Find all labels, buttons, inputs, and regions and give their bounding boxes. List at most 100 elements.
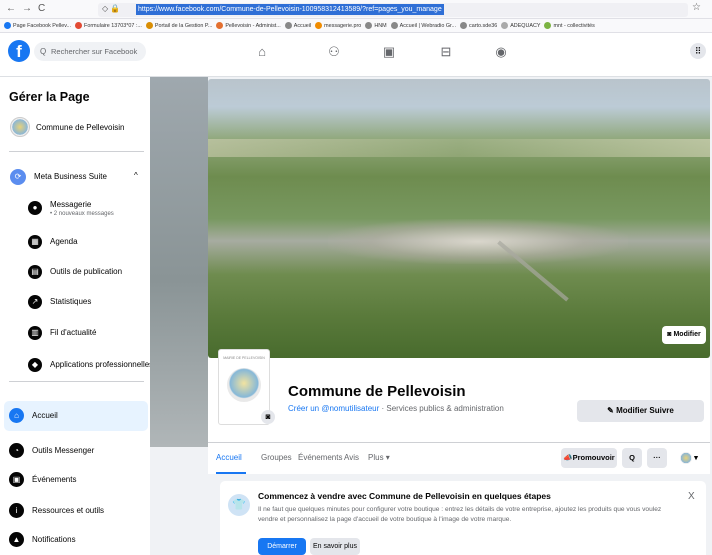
bookmark-favicon-icon: [315, 22, 323, 30]
bookmark-item[interactable]: mnt - collectivités: [544, 19, 595, 32]
bell-icon: ▲: [9, 532, 24, 547]
sidebar-nav-events[interactable]: ▣ Événements: [4, 465, 148, 495]
sidebar-nav-label: Outils Messenger: [32, 446, 95, 455]
meta-business-suite-label: Meta Business Suite: [34, 172, 107, 181]
marketplace-nav-icon[interactable]: ⊟: [436, 44, 456, 60]
apps-icon: ◆: [28, 358, 42, 372]
bookmark-favicon-icon: [75, 22, 83, 30]
more-options-button[interactable]: ···: [647, 448, 667, 468]
tab-groupes[interactable]: Groupes: [261, 453, 292, 462]
reload-icon[interactable]: C: [38, 3, 45, 14]
sidebar-item-news-feed[interactable]: ▥ Fil d'actualité: [22, 319, 148, 347]
bookmark-item[interactable]: Page Facebook Pellev...: [4, 19, 72, 32]
sidebar-nav-label: Accueil: [32, 411, 58, 420]
tab-accueil[interactable]: Accueil: [216, 453, 242, 462]
search-icon: Q: [40, 47, 47, 56]
search-input[interactable]: Q Rechercher sur Facebook: [34, 42, 146, 61]
meta-business-suite-icon: ⟳: [10, 169, 26, 185]
bookmark-item[interactable]: Accueil | Webradio Gr...: [390, 19, 456, 32]
sidebar-item-apps[interactable]: ◆ Applications professionnelles: [22, 351, 153, 379]
divider: [9, 381, 144, 382]
bookmark-label: ADEQUACY: [510, 23, 541, 29]
back-icon[interactable]: ←: [6, 3, 16, 14]
bookmark-favicon-icon: [390, 22, 398, 30]
tab-avis[interactable]: Avis: [344, 453, 359, 462]
sidebar-nav-bell[interactable]: ▲ Notifications: [4, 525, 148, 555]
events-icon: ▣: [9, 472, 24, 487]
meta-business-suite[interactable]: ⟳ Meta Business Suite ^: [6, 163, 148, 191]
watch-nav-icon[interactable]: ▣: [379, 44, 399, 60]
bookmark-item[interactable]: Accueil: [284, 19, 311, 32]
promote-button[interactable]: 📣Promouvoir: [561, 448, 617, 468]
groups-nav-icon[interactable]: ◉: [491, 44, 511, 60]
edit-follow-button[interactable]: ✎ Modifier Suivre: [577, 400, 704, 422]
sidebar-nav-info[interactable]: i Ressources et outils: [4, 496, 148, 526]
page-search-button[interactable]: Q: [622, 448, 642, 468]
search-placeholder: Rechercher sur Facebook: [51, 47, 138, 56]
bookmark-favicon-icon: [284, 22, 292, 30]
stats-icon: ↗: [28, 295, 42, 309]
learn-more-button[interactable]: En savoir plus: [310, 538, 360, 555]
bookmark-item[interactable]: Portail de la Gestion P...: [145, 19, 212, 32]
page-subtitle: Créer un @nomutilisateur · Services publ…: [288, 404, 504, 413]
sidebar-nav-home[interactable]: ⌂ Accueil: [4, 401, 148, 431]
calendar-icon: ▦: [28, 235, 42, 249]
edit-cover-button[interactable]: ◙ Modifier: [662, 326, 706, 344]
sidebar-item-label: Applications professionnelles: [50, 360, 154, 369]
page-tabs: Accueil Groupes Événements Avis Plus ▾ 📣…: [208, 442, 710, 474]
sidebar-nav-messenger[interactable]: ◔ Outils Messenger: [4, 436, 148, 466]
close-icon[interactable]: X: [688, 491, 695, 502]
camera-icon[interactable]: ◙: [261, 410, 275, 424]
tab-plus[interactable]: Plus ▾: [368, 453, 390, 462]
facebook-logo[interactable]: f: [8, 40, 30, 62]
messenger-icon: ◔: [9, 443, 24, 458]
chevron-up-icon[interactable]: ^: [134, 171, 138, 180]
divider: [9, 151, 144, 152]
forward-icon[interactable]: →: [22, 3, 32, 14]
sidebar-nav-label: Ressources et outils: [32, 506, 105, 515]
sidebar-item-chat-bubble[interactable]: ● Messagerie • 2 nouveaux messages: [22, 194, 148, 222]
chevron-down-icon: ▾: [694, 453, 698, 462]
create-username-link[interactable]: Créer un @nomutilisateur: [288, 404, 379, 413]
menu-grid-icon[interactable]: ⠿: [690, 43, 706, 59]
bookmark-label: carto.sde36: [469, 23, 498, 29]
sidebar-title: Gérer la Page: [9, 90, 90, 104]
url-input[interactable]: ◇ 🔒 https://www.facebook.com/Commune-de-…: [98, 3, 688, 17]
sidebar-nav-label: Notifications: [32, 535, 76, 544]
bookmark-label: Formulaire 13703*07 :...: [84, 23, 142, 29]
cover-photo: [208, 79, 710, 358]
page-avatar: [10, 117, 30, 137]
manage-page-sidebar: Gérer la Page Commune de Pellevoisin ⟳ M…: [0, 77, 153, 555]
bookmark-label: Page Facebook Pellev...: [13, 23, 72, 29]
bookmark-favicon-icon: [365, 22, 373, 30]
page-switch-button[interactable]: ▾: [673, 448, 705, 468]
home-nav-icon[interactable]: ⌂: [252, 44, 272, 59]
page-title: Commune de Pellevoisin: [288, 383, 466, 400]
bookmark-item[interactable]: Formulaire 13703*07 :...: [75, 19, 142, 32]
bookmark-label: mnt - collectivités: [553, 23, 595, 29]
promo-description: Il ne faut que quelques minutes pour con…: [258, 506, 662, 523]
friends-nav-icon[interactable]: ⚇: [324, 44, 344, 60]
shop-icon: 👕: [228, 494, 250, 516]
tab-evenements[interactable]: Événements: [298, 453, 342, 462]
megaphone-icon: 📣: [563, 453, 573, 462]
home-icon: ⌂: [9, 408, 24, 423]
sidebar-item-publishing-tools[interactable]: ▤ Outils de publication: [22, 258, 148, 286]
sidebar-item-label: Statistiques: [50, 297, 92, 306]
sidebar-item-label: Outils de publication: [50, 267, 123, 276]
edit-cover-label: Modifier: [673, 331, 701, 338]
shop-setup-card: 👕 Commencez à vendre avec Commune de Pel…: [220, 481, 706, 555]
bookmark-star-icon[interactable]: ☆: [692, 2, 701, 13]
sidebar-page-name: Commune de Pellevoisin: [36, 123, 125, 132]
sidebar-item-stats[interactable]: ↗ Statistiques: [22, 288, 148, 316]
bookmark-item[interactable]: carto.sde36: [460, 19, 498, 32]
bookmark-item[interactable]: messagerie.pro: [315, 19, 361, 32]
bookmark-item[interactable]: ADEQUACY: [501, 19, 541, 32]
sidebar-page-item[interactable]: Commune de Pellevoisin: [6, 113, 148, 143]
url-text[interactable]: https://www.facebook.com/Commune-de-Pell…: [136, 4, 444, 15]
sidebar-item-calendar[interactable]: ▦ Agenda: [22, 228, 148, 256]
bookmark-item[interactable]: Pellevoisin - Administ...: [216, 19, 281, 32]
crest-image: [227, 368, 261, 402]
bookmark-item[interactable]: HNM: [365, 19, 387, 32]
start-button[interactable]: Démarrer: [258, 538, 306, 555]
